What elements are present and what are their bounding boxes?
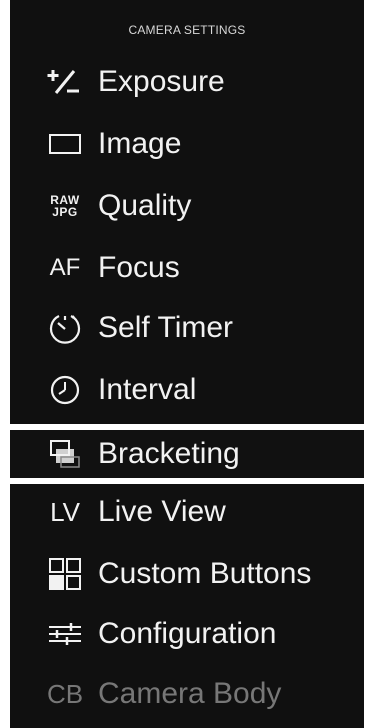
af-icon: AF: [36, 248, 94, 288]
self-timer-icon: [36, 308, 94, 348]
raw-jpg-icon: RAW JPG: [36, 186, 94, 226]
menu-item-live-view[interactable]: LV Live View: [10, 482, 364, 542]
bracketing-icon: [36, 434, 94, 474]
menu-item-label: Camera Body: [98, 677, 282, 710]
lv-icon-text: LV: [50, 497, 80, 527]
custom-buttons-grid-icon: [36, 554, 94, 594]
menu-item-label: Interval: [98, 373, 197, 406]
af-icon-text: AF: [49, 254, 81, 281]
menu-item-label: Custom Buttons: [98, 557, 312, 590]
menu-item-label: Live View: [98, 495, 226, 528]
menu-item-interval[interactable]: Interval: [10, 360, 364, 420]
menu-item-exposure[interactable]: Exposure: [10, 52, 364, 112]
menu-item-label: Configuration: [98, 617, 277, 650]
menu-item-label: Exposure: [98, 65, 225, 98]
camera-settings-panel: CAMERA SETTINGS Exposure Image RAW JPG Q…: [10, 0, 364, 728]
jpg-label: JPG: [52, 205, 78, 219]
menu-item-focus[interactable]: AF Focus: [10, 238, 364, 298]
menu-item-quality[interactable]: RAW JPG Quality: [10, 176, 364, 236]
menu-item-camera-body[interactable]: CB Camera Body: [10, 664, 364, 724]
clock-icon: [36, 370, 94, 410]
menu-item-label: Self Timer: [98, 311, 234, 344]
menu-item-configuration[interactable]: Configuration: [10, 604, 364, 664]
menu-item-bracketing[interactable]: Bracketing: [10, 424, 364, 484]
image-frame-icon: [36, 124, 94, 164]
cb-icon-text: CB: [46, 679, 84, 709]
panel-title: CAMERA SETTINGS: [128, 23, 246, 37]
menu-item-image[interactable]: Image: [10, 114, 364, 174]
exposure-compensation-icon: [36, 62, 94, 102]
menu-item-custom-buttons[interactable]: Custom Buttons: [10, 544, 364, 604]
sliders-icon: [36, 614, 94, 654]
lv-icon: LV: [36, 492, 94, 532]
menu-item-label: Bracketing: [98, 437, 240, 470]
menu-item-label: Quality: [98, 189, 192, 222]
cb-icon: CB: [36, 674, 94, 714]
menu-item-self-timer[interactable]: Self Timer: [10, 298, 364, 358]
menu-item-label: Image: [98, 127, 182, 160]
menu-item-label: Focus: [98, 251, 180, 284]
